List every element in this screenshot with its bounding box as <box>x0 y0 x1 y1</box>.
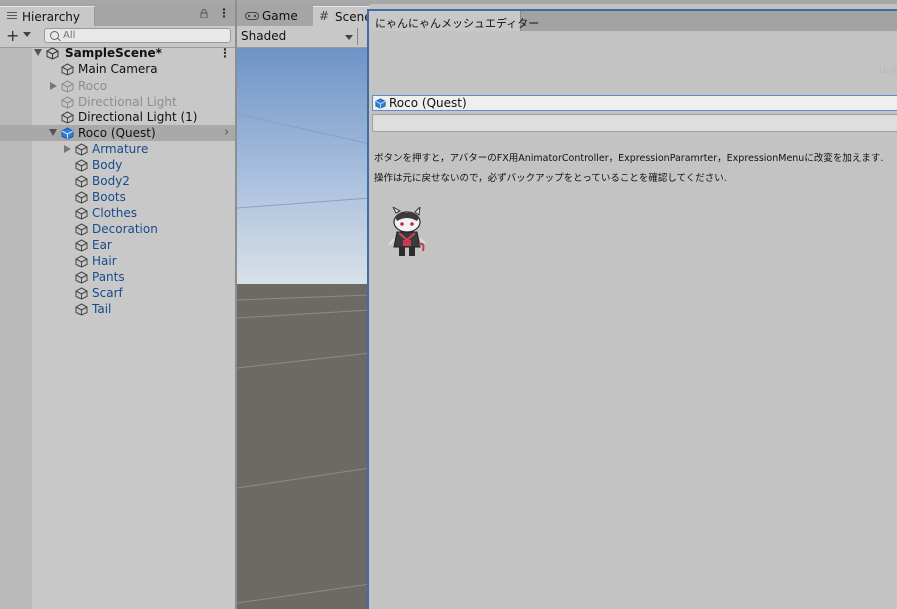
gameobject-icon <box>75 303 88 316</box>
tree-item-label: Ear <box>92 238 112 252</box>
add-dropdown-icon[interactable] <box>23 32 31 37</box>
tree-item-armature[interactable]: Armature <box>0 141 235 157</box>
gameobject-icon <box>75 255 88 268</box>
tree-item-main-camera[interactable]: Main Camera <box>0 61 235 77</box>
gameobject-icon <box>75 143 88 156</box>
hierarchy-search[interactable] <box>44 28 231 43</box>
tab-scene-label: Scene <box>335 10 370 24</box>
scene-tabbar: Game # Scene <box>237 4 370 26</box>
tree-item-label: Hair <box>92 254 117 268</box>
scene-viewport[interactable] <box>237 48 370 609</box>
tree-item-label: Roco (Quest) <box>78 126 156 140</box>
editor-tabbar: にゃんにゃんメッシュエディター <box>369 11 897 31</box>
add-icon[interactable]: + <box>6 26 19 45</box>
tree-item-body2[interactable]: Body2 <box>0 173 235 189</box>
tree-item-label: Tail <box>92 302 112 316</box>
gameobject-icon <box>75 271 88 284</box>
gameobject-icon <box>75 175 88 188</box>
collapse-arrow-icon[interactable] <box>49 129 57 136</box>
search-input[interactable] <box>63 29 223 42</box>
tab-game-label: Game <box>262 9 298 23</box>
avatar-object-field[interactable]: Roco (Quest) <box>372 95 897 111</box>
gameobject-icon <box>75 191 88 204</box>
tree-item-label: Main Camera <box>78 62 158 76</box>
prefab-icon <box>61 127 74 140</box>
tree-item-clothes[interactable]: Clothes <box>0 205 235 221</box>
shading-mode-label: Shaded <box>241 29 287 43</box>
expand-arrow-icon[interactable] <box>64 145 71 153</box>
description-line-1: ボタンを押すと，アバターのFX用AnimatorController，Expre… <box>374 153 884 164</box>
tree-item-label: Body <box>92 158 123 172</box>
tree-item-scarf[interactable]: Scarf <box>0 285 235 301</box>
tree-item-roco-quest[interactable]: Roco (Quest) › <box>0 125 235 141</box>
gameobject-icon <box>61 80 74 93</box>
prefab-icon <box>375 98 386 109</box>
tab-mesh-editor-label: にゃんにゃんメッシュエディター <box>375 17 540 30</box>
lock-icon[interactable] <box>200 9 208 18</box>
tab-game[interactable]: Game <box>240 6 310 26</box>
tree-item-boots[interactable]: Boots <box>0 189 235 205</box>
tree-item-label: Armature <box>92 142 149 156</box>
hierarchy-menu-icon[interactable]: ⋮ <box>218 7 230 19</box>
gamepad-icon <box>245 12 259 20</box>
ground <box>237 284 370 609</box>
tree-item-label: Body2 <box>92 174 130 188</box>
shading-mode-dropdown[interactable]: Shaded <box>237 26 370 48</box>
tree-item-roco[interactable]: Roco <box>0 78 235 94</box>
tab-mesh-editor[interactable]: にゃんにゃんメッシュエディター <box>369 11 539 31</box>
tree-item-label: Scarf <box>92 286 123 300</box>
tab-scene[interactable]: # Scene <box>313 6 370 26</box>
chevron-right-icon[interactable]: › <box>224 125 229 140</box>
avatar-object-value: Roco (Quest) <box>389 96 467 110</box>
unity-scene-icon <box>46 47 59 60</box>
tree-item-hair[interactable]: Hair <box>0 253 235 269</box>
search-icon <box>50 31 59 40</box>
mesh-editor-window: にゃんにゃんメッシュエディター Unit Roco (Quest) ボタンを押す… <box>367 9 897 609</box>
expand-arrow-icon[interactable] <box>50 82 57 90</box>
description-line-2: 操作は元に戻せないので，必ずバックアップをとっていることを確認してください. <box>374 173 727 184</box>
tree-item-directional-light[interactable]: Directional Light <box>0 94 235 110</box>
tree-item-ear[interactable]: Ear <box>0 237 235 253</box>
tree-item-label: Boots <box>92 190 126 204</box>
gameobject-icon <box>75 287 88 300</box>
gameobject-icon <box>61 63 74 76</box>
tree-item-directional-light-1[interactable]: Directional Light (1) <box>0 109 235 125</box>
tree-item-scene[interactable]: SampleScene* ⋮ <box>0 45 235 61</box>
tree-item-body[interactable]: Body <box>0 157 235 173</box>
tab-hierarchy[interactable]: Hierarchy <box>0 6 95 26</box>
gameobject-icon <box>75 207 88 220</box>
grid-icon: # <box>319 9 330 23</box>
list-icon <box>7 12 17 20</box>
tree-item-pants[interactable]: Pants <box>0 269 235 285</box>
cat-mascot-image <box>388 207 426 256</box>
hierarchy-panel: Hierarchy ⋮ + SampleScene* ⋮ Main Camera <box>0 4 235 609</box>
scene-panel: Game # Scene Shaded <box>237 4 370 609</box>
tree-item-label: SampleScene* <box>65 46 162 60</box>
collapse-arrow-icon[interactable] <box>34 49 42 56</box>
tree-item-label: Decoration <box>92 222 158 236</box>
toolbar-separator <box>357 28 358 45</box>
tree-item-label: Pants <box>92 270 125 284</box>
scene-menu-icon[interactable]: ⋮ <box>219 47 231 59</box>
gameobject-icon <box>75 239 88 252</box>
gameobject-icon <box>75 159 88 172</box>
tree-item-label: Roco <box>78 79 108 93</box>
gameobject-icon <box>61 96 74 109</box>
hierarchy-tabbar: Hierarchy ⋮ <box>0 4 235 26</box>
gameobject-icon <box>75 223 88 236</box>
apply-button[interactable] <box>372 114 897 132</box>
chevron-down-icon <box>345 35 353 40</box>
tree-item-tail[interactable]: Tail <box>0 301 235 317</box>
tab-hierarchy-label: Hierarchy <box>22 10 81 24</box>
gameobject-icon <box>61 111 74 124</box>
faint-overlay-text: Unit <box>879 66 897 76</box>
tree-item-label: Clothes <box>92 206 137 220</box>
sky <box>237 48 370 284</box>
tree-item-decoration[interactable]: Decoration <box>0 221 235 237</box>
tree-item-label: Directional Light (1) <box>78 110 198 124</box>
tree-item-label: Directional Light <box>78 95 177 109</box>
